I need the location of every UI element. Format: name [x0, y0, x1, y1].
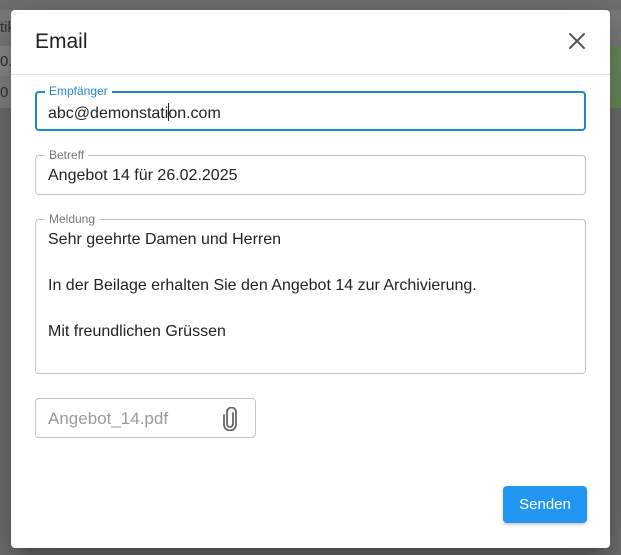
message-line: Sehr geehrte Damen und Herren: [48, 231, 282, 248]
background-status-bar: [609, 46, 621, 108]
recipient-field[interactable]: Empfänger abc@demonstation.com: [35, 84, 586, 131]
dialog-header: Email: [11, 10, 610, 75]
subject-label: Betreff: [45, 148, 89, 162]
message-line: In der Beilage erhalten Sie den Angebot …: [48, 277, 477, 294]
recipient-input[interactable]: abc@demonstation.com: [48, 103, 221, 123]
message-label: Meldung: [45, 212, 100, 226]
background-cell-text: 0: [0, 84, 9, 101]
send-button[interactable]: Senden: [503, 486, 587, 523]
attach-button[interactable]: [219, 406, 241, 432]
attachment-file-name: Angebot_14.pdf: [48, 409, 169, 428]
recipient-value-start: abc@demonstati: [48, 105, 169, 122]
close-icon: [569, 33, 585, 49]
recipient-label: Empfänger: [45, 84, 112, 98]
message-line: Mit freundlichen Grüssen: [48, 323, 226, 340]
email-dialog: Email Empfänger abc@demonstation.com Bet…: [11, 10, 610, 548]
subject-field[interactable]: Betreff Angebot 14 für 26.02.2025: [35, 148, 586, 195]
attachment-field[interactable]: Angebot_14.pdf: [35, 398, 256, 438]
close-button[interactable]: [566, 30, 588, 52]
recipient-value-end: on.com: [168, 105, 221, 122]
message-field[interactable]: Meldung Sehr geehrte Damen und Herren In…: [35, 212, 586, 374]
subject-input[interactable]: Angebot 14 für 26.02.2025: [48, 167, 238, 185]
dialog-title: Email: [35, 30, 88, 53]
paperclip-icon: [223, 406, 237, 432]
